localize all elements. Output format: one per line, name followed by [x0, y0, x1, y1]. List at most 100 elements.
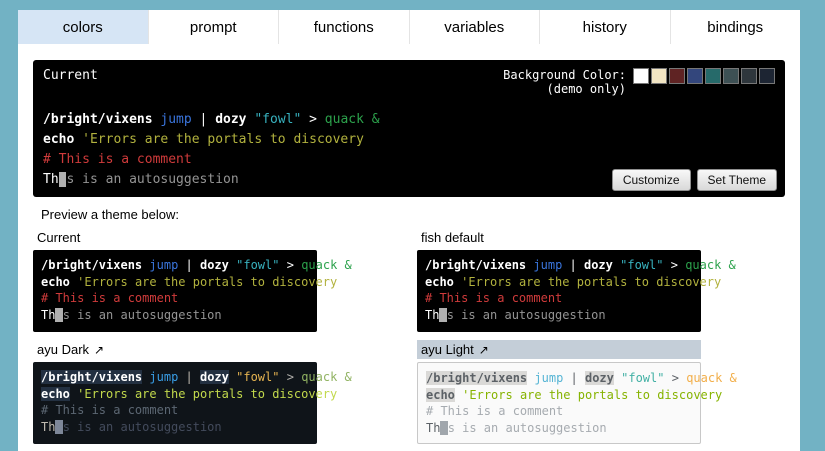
theme-tile: fish default/bright/vixens jump | dozy "… — [417, 228, 736, 332]
code-segment-quoteline: 'Errors are the portals to discovery — [82, 132, 364, 147]
code-segment-command: dozy — [584, 371, 614, 385]
background-color-swatch[interactable] — [687, 68, 703, 84]
code-segment-redirect: > — [286, 370, 294, 384]
code-segment-quoteline: 'Errors are the portals to discovery — [461, 274, 722, 289]
code-segment-command: /bright/vixens — [43, 112, 153, 127]
code-segment-normal: | — [563, 371, 585, 385]
demo-only-label: (demo only) — [546, 82, 626, 96]
theme-name-text: ayu Dark — [37, 342, 90, 357]
terminal-line: echo 'Errors are the portals to discover… — [426, 387, 722, 404]
terminal-buttons: Customize Set Theme — [611, 169, 777, 191]
code-segment-normal — [279, 370, 286, 384]
theme-preview-terminal[interactable]: /bright/vixens jump | dozy "fowl" > quac… — [417, 362, 737, 444]
theme-name-text: Current — [37, 230, 81, 245]
code-segment-normal — [74, 132, 82, 147]
code-segment-end: quack — [301, 370, 338, 384]
background-color-swatch[interactable] — [705, 68, 721, 84]
code-segment-command: echo — [426, 387, 455, 402]
code-segment-param: jump — [534, 371, 564, 385]
theme-grid: Current/bright/vixens jump | dozy "fowl"… — [33, 228, 785, 444]
code-segment-end: & — [344, 370, 352, 384]
code-segment-cursor: i — [55, 307, 63, 322]
tab-colors[interactable]: colors — [18, 10, 149, 44]
code-segment-end: quack — [301, 258, 338, 272]
customize-button[interactable]: Customize — [611, 169, 691, 191]
code-segment-autosuggestion: s is an autosuggestion — [62, 307, 222, 322]
code-segment-cursor: i — [55, 419, 63, 434]
code-segment-param: jump — [149, 258, 179, 272]
code-segment-normal: Th — [426, 420, 441, 435]
code-segment-command: echo — [425, 274, 454, 289]
code-segment-normal: | — [191, 112, 216, 127]
code-segment-normal: Th — [425, 307, 440, 322]
theme-name[interactable]: fish default — [417, 228, 701, 247]
code-segment-comment: # This is a comment — [43, 152, 192, 167]
terminal-line: This is an autosuggestion — [41, 307, 309, 324]
terminal-line: # This is a comment — [426, 403, 692, 420]
terminal-line: /bright/vixens jump | dozy "fowl" > quac… — [43, 110, 775, 130]
tab-prompt[interactable]: prompt — [149, 10, 279, 44]
code-segment-command: /bright/vixens — [41, 370, 143, 384]
background-color-swatch[interactable] — [759, 68, 775, 84]
theme-preview-terminal[interactable]: /bright/vixens jump | dozy "fowl" > quac… — [417, 250, 736, 332]
background-color-labels: Background Color: (demo only) — [503, 68, 626, 96]
code-segment-normal — [279, 258, 286, 272]
code-segment-command: /bright/vixens — [41, 258, 143, 272]
code-segment-comment: # This is a comment — [41, 291, 179, 305]
code-segment-comment: # This is a comment — [426, 404, 564, 418]
code-segment-comment: # This is a comment — [41, 403, 179, 417]
tab-history[interactable]: history — [540, 10, 671, 44]
code-segment-command: echo — [43, 132, 75, 147]
code-segment-command: /bright/vixens — [425, 258, 527, 272]
theme-name[interactable]: ayu Light ↗ — [417, 340, 701, 359]
code-segment-redirect: > — [670, 258, 678, 272]
theme-preview-terminal[interactable]: /bright/vixens jump | dozy "fowl" > quac… — [33, 362, 352, 444]
code-segment-end: & — [344, 258, 352, 272]
theme-tile: ayu Dark ↗ /bright/vixens jump | dozy "fow… — [33, 340, 352, 444]
terminal-line: This is an autosuggestion — [425, 307, 693, 324]
code-segment-param: jump — [533, 258, 563, 272]
code-segment-normal: Th — [41, 419, 56, 434]
background-color-picker: Background Color: (demo only) — [503, 68, 775, 96]
tab-variables[interactable]: variables — [410, 10, 540, 44]
background-color-swatch[interactable] — [633, 68, 649, 84]
terminal-line: echo 'Errors are the portals to discover… — [41, 274, 337, 291]
code-segment-quoteline: 'Errors are the portals to discovery — [77, 386, 338, 401]
code-segment-command: echo — [41, 274, 70, 289]
code-segment-quote: "fowl" — [236, 258, 280, 272]
code-segment-autosuggestion: s is an autosuggestion — [62, 419, 222, 434]
theme-tile: ayu Light ↗ /bright/vixens jump | dozy "fo… — [417, 340, 737, 444]
theme-tile: Current/bright/vixens jump | dozy "fowl"… — [33, 228, 352, 332]
external-link-icon[interactable]: ↗ — [94, 343, 104, 357]
tab-functions[interactable]: functions — [279, 10, 410, 44]
code-segment-normal: | — [178, 370, 200, 384]
code-segment-end: quack — [686, 371, 723, 385]
code-segment-autosuggestion: s is an autosuggestion — [66, 172, 239, 187]
background-color-label: Background Color: — [503, 68, 626, 82]
terminal-line: This is an autosuggestion — [426, 420, 692, 437]
code-segment-redirect: > — [309, 112, 317, 127]
code-segment-command: dozy — [215, 112, 247, 127]
theme-preview-terminal[interactable]: /bright/vixens jump | dozy "fowl" > quac… — [33, 250, 352, 332]
code-segment-param: jump — [160, 112, 192, 127]
colors-panel: Current Background Color: (demo only) /b… — [18, 44, 800, 451]
set-theme-button[interactable]: Set Theme — [696, 169, 777, 191]
external-link-icon[interactable]: ↗ — [479, 343, 489, 357]
code-segment-normal — [663, 258, 670, 272]
background-color-swatch[interactable] — [723, 68, 739, 84]
theme-name[interactable]: Current — [33, 228, 317, 247]
code-segment-normal: Th — [41, 307, 56, 322]
background-color-swatch[interactable] — [669, 68, 685, 84]
code-segment-normal — [301, 112, 309, 127]
code-segment-normal — [364, 112, 372, 127]
code-segment-cursor: i — [440, 420, 448, 435]
background-color-swatch[interactable] — [741, 68, 757, 84]
code-segment-normal — [317, 112, 325, 127]
tab-bindings[interactable]: bindings — [671, 10, 801, 44]
code-segment-normal: Th — [43, 172, 59, 187]
terminal-line: This is an autosuggestion — [41, 419, 309, 436]
terminal-line: echo 'Errors are the portals to discover… — [425, 274, 721, 291]
theme-name[interactable]: ayu Dark ↗ — [33, 340, 317, 359]
code-segment-cursor: i — [439, 307, 447, 322]
background-color-swatch[interactable] — [651, 68, 667, 84]
